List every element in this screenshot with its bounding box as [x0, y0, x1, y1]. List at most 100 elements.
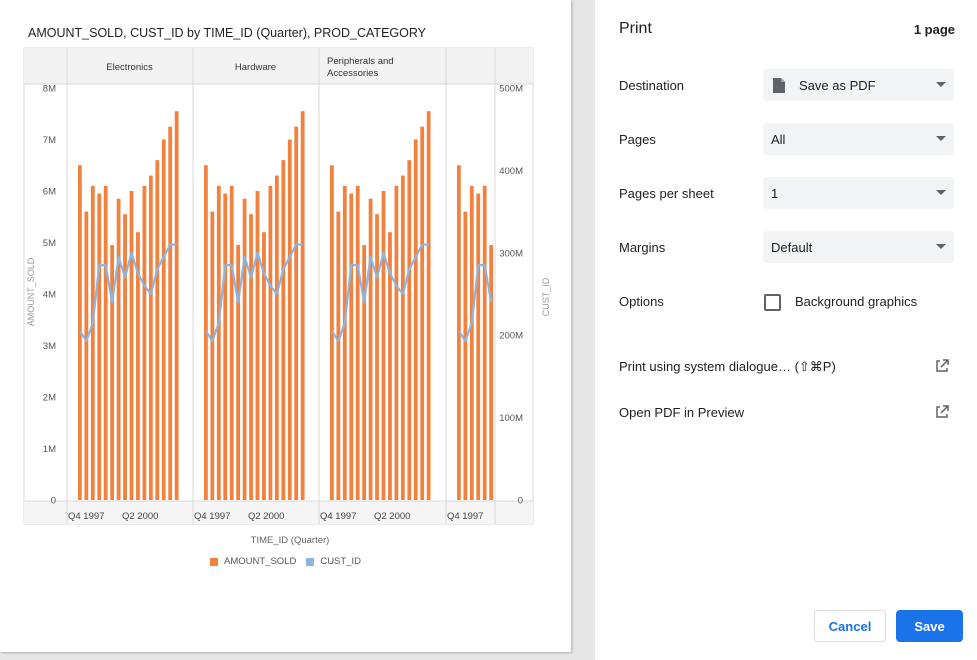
save-button[interactable]: Save — [896, 610, 963, 642]
x-tick-label: Q4 1997 — [68, 511, 104, 522]
open-pdf-preview-link[interactable]: Open PDF in Preview — [619, 405, 744, 420]
print-settings-panel: Print 1 page Destination Save as PDF Pag… — [595, 0, 977, 660]
y-tick-label: 5M — [43, 238, 56, 249]
chart-legend: AMOUNT_SOLD CUST_ID — [0, 556, 571, 567]
y2-tick-label: 200M — [499, 331, 523, 342]
panel-label: Hardware — [235, 62, 276, 73]
pages-per-sheet-select[interactable]: 1 — [763, 177, 954, 209]
margins-value: Default — [771, 239, 813, 255]
system-dialog-link[interactable]: Print using system dialogue… (⇧⌘P) — [619, 359, 836, 375]
bar-amount-sold — [129, 191, 134, 500]
bar-amount-sold — [349, 193, 354, 500]
bar-amount-sold — [223, 193, 228, 500]
panel-label: Electronics — [106, 62, 153, 73]
bar-amount-sold — [407, 160, 412, 500]
chevron-down-icon — [936, 136, 946, 141]
bar-amount-sold — [123, 214, 127, 501]
bar-amount-sold — [375, 214, 379, 501]
bar-amount-sold — [268, 185, 273, 500]
pages-select[interactable]: All — [763, 123, 954, 155]
y-tick-label: 6M — [43, 187, 56, 198]
y-tick-label: 7M — [43, 135, 56, 146]
chevron-down-icon — [936, 82, 946, 87]
x-tick-label: Q2 2000 — [248, 511, 284, 522]
bar-amount-sold — [274, 175, 279, 501]
bar-amount-sold — [236, 245, 241, 500]
bar-amount-sold — [381, 191, 386, 500]
y2-tick-label: 300M — [499, 248, 523, 259]
destination-select[interactable]: Save as PDF — [763, 69, 954, 101]
bar-amount-sold — [294, 126, 299, 500]
bar-amount-sold — [400, 175, 405, 501]
y2-tick-label: 400M — [499, 166, 523, 177]
bar-amount-sold — [142, 185, 147, 500]
bar-amount-sold — [148, 175, 153, 501]
y-tick-label: 4M — [43, 290, 56, 301]
y-tick-label: 2M — [43, 393, 56, 404]
pages-label: Pages — [619, 132, 656, 147]
y2-axis-title: CUST_ID — [541, 277, 551, 316]
x-tick-label: Q2 2000 — [122, 511, 158, 522]
chart: Electronics Hardware Peripherals andAccess… — [23, 47, 551, 546]
y-tick-label: 8M — [43, 84, 56, 95]
bar-amount-sold — [161, 139, 166, 500]
bar-amount-sold — [210, 211, 215, 500]
bar-amount-sold — [368, 198, 373, 500]
bar-amount-sold — [355, 185, 360, 500]
background-graphics-label[interactable]: Background graphics — [795, 294, 917, 309]
bar-amount-sold — [281, 160, 286, 500]
external-link-icon[interactable] — [935, 359, 949, 373]
bar-amount-sold — [103, 185, 108, 500]
bar-amount-sold — [110, 245, 115, 500]
legend-item-cust-id: CUST_ID — [306, 556, 361, 567]
print-preview-area: AMOUNT_SOLD, CUST_ID by TIME_ID (Quarter… — [0, 0, 595, 660]
legend-swatch-cust-id — [306, 557, 315, 566]
chevron-down-icon — [936, 190, 946, 195]
document-icon — [773, 77, 785, 93]
bar-amount-sold — [229, 185, 234, 500]
bar-amount-sold — [336, 211, 341, 500]
bar-amount-sold — [426, 111, 431, 501]
x-tick-label: Q4 1997 — [194, 511, 230, 522]
cancel-button[interactable]: Cancel — [814, 610, 886, 642]
bar-amount-sold — [489, 245, 494, 500]
bar-amount-sold — [155, 160, 160, 500]
panel-title: Print — [619, 20, 652, 37]
bar-amount-sold — [249, 214, 253, 501]
bar-amount-sold — [342, 185, 347, 500]
pages-per-sheet-value: 1 — [771, 185, 779, 201]
destination-label: Destination — [619, 78, 685, 93]
bar-amount-sold — [476, 193, 481, 500]
bar-amount-sold — [287, 139, 292, 500]
y-tick-label: 0 — [51, 496, 56, 507]
panel-label: Peripherals and — [327, 56, 394, 67]
bar-amount-sold — [216, 185, 221, 500]
margins-select[interactable]: Default — [763, 231, 954, 263]
bar-amount-sold — [420, 126, 425, 500]
bar-amount-sold — [242, 198, 247, 500]
x-tick-label: Q4 1997 — [447, 511, 483, 522]
panel-label: Accessories — [327, 68, 378, 79]
y-axis-title: AMOUNT_SOLD — [26, 257, 36, 326]
panel-header-band — [24, 48, 533, 84]
background-graphics-checkbox[interactable] — [764, 294, 781, 311]
bar-amount-sold — [90, 185, 95, 500]
bar-amount-sold — [97, 193, 102, 500]
bar-amount-sold — [413, 139, 418, 500]
external-link-icon[interactable] — [935, 405, 949, 419]
legend-label-cust-id: CUST_ID — [320, 556, 361, 567]
y-tick-label: 3M — [43, 341, 56, 352]
x-tick-label: Q2 2000 — [374, 511, 410, 522]
options-label: Options — [619, 294, 664, 309]
margins-label: Margins — [619, 240, 666, 255]
legend-label-amount-sold: AMOUNT_SOLD — [224, 556, 297, 567]
legend-item-amount-sold: AMOUNT_SOLD — [210, 556, 296, 567]
bar-amount-sold — [482, 185, 487, 500]
y2-tick-label: 0 — [518, 496, 523, 507]
x-tick-label: Q4 1997 — [320, 511, 356, 522]
y2-tick-label: 500M — [499, 84, 523, 95]
pages-per-sheet-label: Pages per sheet — [619, 186, 714, 201]
preview-page: AMOUNT_SOLD, CUST_ID by TIME_ID (Quarter… — [0, 0, 571, 652]
bar-amount-sold — [168, 126, 173, 500]
bar-amount-sold — [463, 211, 468, 500]
